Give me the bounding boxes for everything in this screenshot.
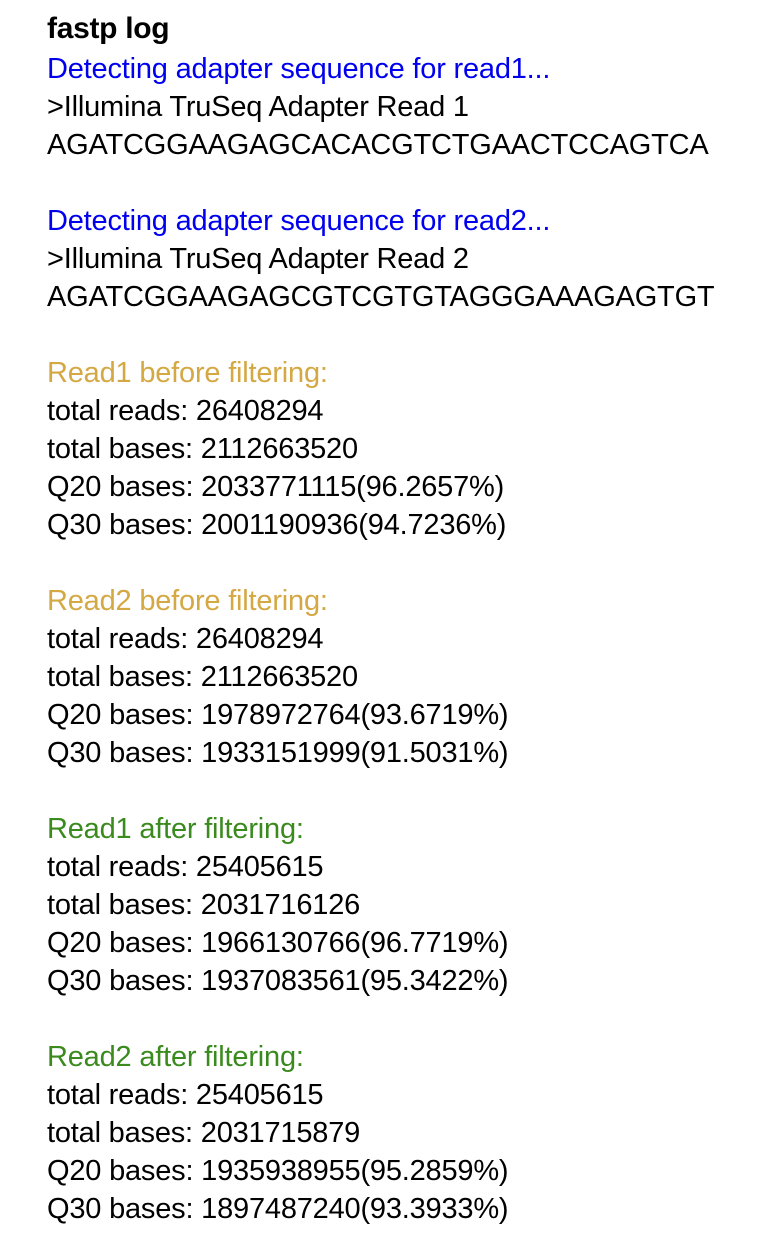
section-heading: Read1 after filtering: (47, 813, 304, 845)
adapter-sequence: AGATCGGAAGAGCACACGTCTGAACTCCAGTCA (47, 129, 709, 161)
total-bases: total bases: 2031715879 (47, 1117, 361, 1149)
q30-bases: Q30 bases: 1937083561(95.3422%) (47, 965, 509, 997)
section-heading: Read2 after filtering: (47, 1041, 304, 1073)
total-reads: total reads: 25405615 (47, 1079, 324, 1111)
stats-read2-after: Read2 after filtering: total reads: 2540… (47, 1038, 766, 1228)
q20-bases: Q20 bases: 1935938955(95.2859%) (47, 1155, 509, 1187)
section-heading: Read1 before filtering: (47, 357, 328, 389)
q20-bases: Q20 bases: 2033771115(96.2657%) (47, 471, 505, 503)
adapter-heading: Detecting adapter sequence for read1... (47, 53, 551, 85)
total-reads: total reads: 25405615 (47, 851, 324, 883)
q30-bases: Q30 bases: 2001190936(94.7236%) (47, 509, 507, 541)
adapter-name: >Illumina TruSeq Adapter Read 2 (47, 243, 469, 275)
adapter-block-read1: Detecting adapter sequence for read1... … (47, 50, 766, 164)
page-title: fastp log (47, 12, 170, 45)
total-bases: total bases: 2112663520 (47, 433, 358, 465)
stats-read1-after: Read1 after filtering: total reads: 2540… (47, 810, 766, 1000)
fastp-log-page: fastp log Detecting adapter sequence for… (0, 0, 766, 1254)
total-bases: total bases: 2031716126 (47, 889, 361, 921)
q30-bases: Q30 bases: 1933151999(91.5031%) (47, 737, 509, 769)
adapter-heading: Detecting adapter sequence for read2... (47, 205, 551, 237)
stats-read1-before: Read1 before filtering: total reads: 264… (47, 354, 766, 544)
total-reads: total reads: 26408294 (47, 395, 324, 427)
adapter-name: >Illumina TruSeq Adapter Read 1 (47, 91, 469, 123)
adapter-block-read2: Detecting adapter sequence for read2... … (47, 202, 766, 316)
total-bases: total bases: 2112663520 (47, 661, 358, 693)
q30-bases: Q30 bases: 1897487240(93.3933%) (47, 1193, 509, 1225)
q20-bases: Q20 bases: 1966130766(96.7719%) (47, 927, 509, 959)
adapter-sequence: AGATCGGAAGAGCGTCGTGTAGGGAAAGAGTGT (47, 281, 715, 313)
stats-read2-before: Read2 before filtering: total reads: 264… (47, 582, 766, 772)
total-reads: total reads: 26408294 (47, 623, 324, 655)
section-heading: Read2 before filtering: (47, 585, 328, 617)
q20-bases: Q20 bases: 1978972764(93.6719%) (47, 699, 509, 731)
log-body: Detecting adapter sequence for read1... … (47, 50, 766, 1228)
